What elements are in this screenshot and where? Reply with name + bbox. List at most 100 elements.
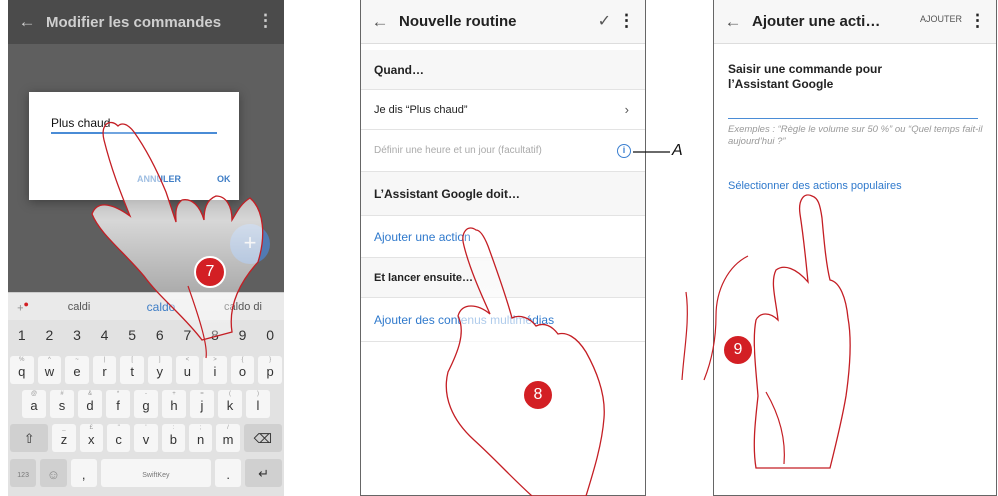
- number-key[interactable]: 3: [65, 322, 89, 350]
- letter-key[interactable]: (k: [218, 390, 242, 418]
- letter-key[interactable]: | r: [92, 356, 117, 384]
- section-when: Quand…: [361, 50, 645, 90]
- example-hint: Exemples : “Règle le volume sur 50 %” ou…: [728, 124, 983, 147]
- add-button[interactable]: AJOUTER: [920, 14, 962, 24]
- letter-key[interactable]: £ x: [79, 424, 103, 452]
- key-label: 0: [266, 327, 275, 343]
- key-label: t: [130, 364, 134, 379]
- number-key[interactable]: 2: [38, 322, 62, 350]
- number-key[interactable]: 0: [258, 322, 282, 350]
- enter-key[interactable]: ↵: [245, 459, 282, 487]
- key-secondary-symbol: £: [89, 425, 93, 431]
- key-label: m: [222, 432, 234, 447]
- period-key[interactable]: .: [215, 459, 242, 487]
- number-key[interactable]: 6: [148, 322, 172, 350]
- letter-key[interactable]: ; n: [189, 424, 213, 452]
- ok-button[interactable]: OK: [217, 174, 231, 184]
- more-icon[interactable]: ⋮: [618, 11, 635, 31]
- screen-title: Modifier les commandes: [46, 13, 222, 31]
- cancel-button[interactable]: ANNULER: [137, 174, 181, 184]
- key-label: 2: [45, 327, 54, 343]
- key-secondary-symbol: &: [87, 391, 92, 397]
- letter-key[interactable]: :b: [161, 424, 185, 452]
- command-input[interactable]: Plus chaud: [51, 116, 217, 134]
- shift-key[interactable]: ⇧: [10, 424, 49, 452]
- key-label: p: [266, 364, 274, 379]
- space-key[interactable]: SwiftKey: [100, 459, 211, 487]
- suggestion-middle[interactable]: caldo: [120, 300, 202, 314]
- key-label: z: [60, 432, 68, 447]
- letter-key[interactable]: % q: [10, 356, 34, 384]
- popular-actions-link[interactable]: Sélectionner des actions populaires: [728, 180, 902, 192]
- letter-key[interactable]: * f: [106, 390, 130, 418]
- back-arrow-icon[interactable]: ←: [8, 12, 46, 32]
- letter-key[interactable]: [t: [120, 356, 144, 384]
- key-secondary-symbol: #: [60, 391, 64, 397]
- key-label: l: [256, 398, 260, 413]
- letter-key[interactable]: ~ e: [65, 356, 89, 384]
- step-badge: 9: [722, 334, 754, 366]
- key-secondary-symbol: ": [117, 425, 120, 431]
- emoji-key[interactable]: ☺: [40, 459, 67, 487]
- add-media-link[interactable]: Ajouter des contenus multimédias: [361, 298, 645, 342]
- more-icon[interactable]: ⋮: [969, 11, 986, 31]
- letter-key[interactable]: ] y: [147, 356, 172, 384]
- key-secondary-symbol: }: [269, 357, 272, 363]
- app-bar: ← Nouvelle routine ✓ ⋮: [361, 0, 645, 44]
- letter-key[interactable]: & d: [78, 390, 102, 418]
- letter-key[interactable]: / m: [216, 424, 240, 452]
- backspace-key[interactable]: ⌫: [243, 424, 282, 452]
- key-label: i: [213, 364, 217, 379]
- mode-key[interactable]: 123: [10, 459, 37, 487]
- suggestion-right[interactable]: caldo di: [202, 301, 284, 313]
- letter-key[interactable]: > i: [203, 356, 227, 384]
- app-bar: ← Ajouter une acti… AJOUTER ⋮: [714, 0, 996, 44]
- trigger-row[interactable]: Je dis “Plus chaud” ›: [361, 90, 645, 130]
- letter-key[interactable]: {o: [230, 356, 255, 384]
- number-key[interactable]: 1: [10, 322, 34, 350]
- letter-key[interactable]: ) l: [246, 390, 270, 418]
- add-fab-button[interactable]: +: [230, 224, 270, 264]
- number-key[interactable]: 7: [176, 322, 200, 350]
- suggestion-left[interactable]: caldi: [38, 301, 120, 313]
- letter-key[interactable]: ' v: [134, 424, 158, 452]
- letter-key[interactable]: _ z: [52, 424, 76, 452]
- letter-key[interactable]: + h: [162, 390, 186, 418]
- number-key[interactable]: 4: [93, 322, 117, 350]
- key-label: 6: [155, 327, 164, 343]
- number-key[interactable]: 9: [231, 322, 255, 350]
- schedule-row[interactable]: Définir une heure et un jour (facultatif…: [361, 130, 645, 172]
- add-word-icon[interactable]: +●: [8, 299, 38, 315]
- key-label: b: [169, 432, 177, 447]
- key-label: d: [86, 398, 94, 413]
- suggestion-bar: +● caldi caldo caldo di: [8, 292, 284, 320]
- letter-key[interactable]: -g: [134, 390, 158, 418]
- app-bar: ← Modifier les commandes ⋮: [8, 0, 284, 44]
- callout-label: A: [672, 142, 683, 159]
- edit-command-dialog: Plus chaud ANNULER OK: [29, 92, 239, 200]
- more-icon[interactable]: ⋮: [257, 11, 274, 31]
- trigger-label: Je dis “Plus chaud”: [374, 103, 468, 116]
- add-action-link[interactable]: Ajouter une action: [361, 216, 645, 258]
- number-key[interactable]: 8: [203, 322, 227, 350]
- command-input[interactable]: [728, 118, 978, 119]
- key-label: f: [116, 398, 120, 413]
- letter-key[interactable]: = j: [190, 390, 214, 418]
- letter-key[interactable]: @ a: [22, 390, 46, 418]
- check-icon[interactable]: ✓: [598, 11, 611, 31]
- key-label: h: [170, 398, 178, 413]
- letter-key[interactable]: < u: [175, 356, 200, 384]
- key-label: v: [142, 432, 150, 447]
- key-label: q: [18, 364, 26, 379]
- back-arrow-icon[interactable]: ←: [361, 12, 399, 32]
- info-icon[interactable]: i: [617, 143, 631, 158]
- back-arrow-icon[interactable]: ←: [714, 12, 752, 32]
- phone-new-routine: ← Nouvelle routine ✓ ⋮ Quand… Je dis “Pl…: [360, 0, 646, 496]
- letter-key[interactable]: ^ w: [37, 356, 62, 384]
- letter-key[interactable]: # s: [50, 390, 74, 418]
- letter-key[interactable]: } p: [258, 356, 282, 384]
- comma-key[interactable]: ,: [70, 459, 97, 487]
- phone-edit-commands: ← Modifier les commandes ⋮ Plus chaud AN…: [8, 0, 284, 496]
- letter-key[interactable]: " c: [106, 424, 131, 452]
- number-key[interactable]: 5: [120, 322, 144, 350]
